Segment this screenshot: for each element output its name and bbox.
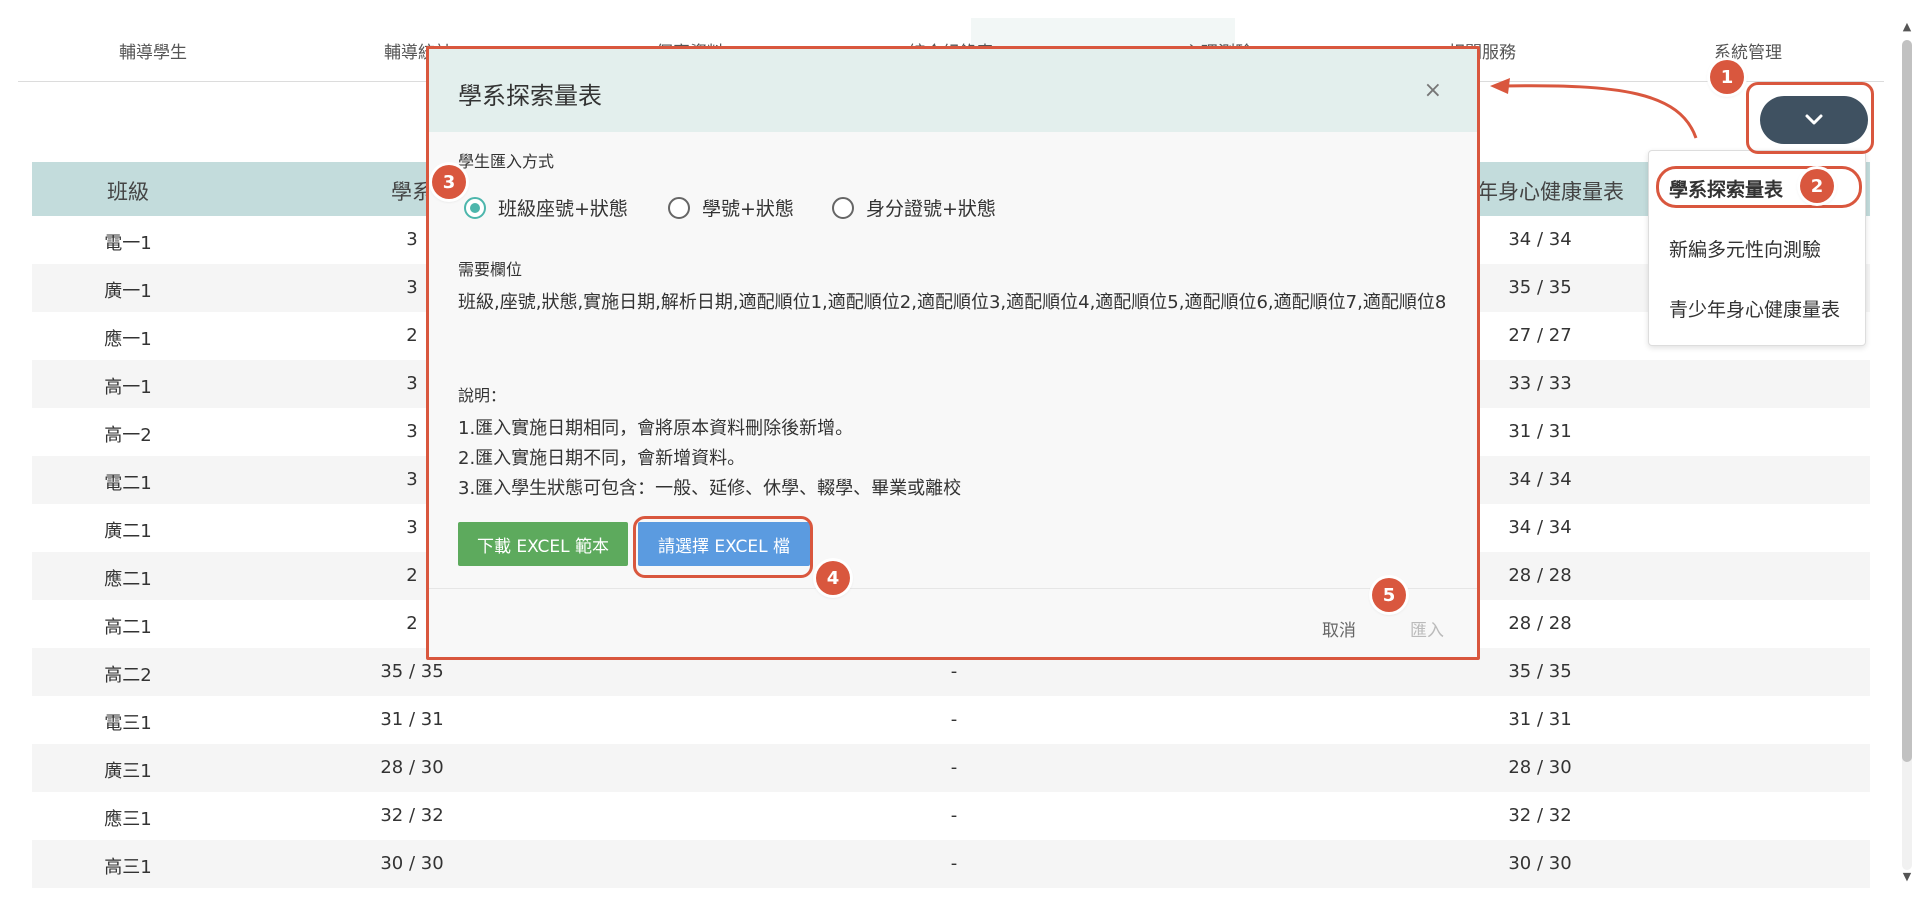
dept-exploration-cell: 2: [406, 613, 418, 634]
step-badge-1: 1: [1710, 60, 1744, 94]
dept-exploration-cell: 3: [406, 373, 418, 394]
youth-health-cell: 31 / 31: [1508, 709, 1572, 730]
scroll-up-arrow-icon[interactable]: ▲: [1902, 20, 1912, 33]
class-cell: 廣一1: [104, 281, 152, 302]
class-cell: 廣三1: [104, 761, 152, 782]
dept-exploration-cell: 30 / 30: [380, 853, 444, 874]
dept-exploration-cell: 3: [406, 517, 418, 538]
dept-exploration-cell: 3: [406, 277, 418, 298]
aptitude-cell: -: [950, 661, 958, 682]
youth-health-cell: 34 / 34: [1508, 469, 1572, 490]
dept-exploration-cell: 2: [406, 325, 418, 346]
class-cell: 高一1: [104, 377, 152, 398]
youth-health-cell: 28 / 28: [1508, 565, 1572, 586]
aptitude-cell: -: [950, 805, 958, 826]
dropdown-item-youth-health[interactable]: 青少年身心健康量表: [1669, 295, 1840, 322]
dept-exploration-cell: 2: [406, 565, 418, 586]
step-badge-3: 3: [432, 165, 466, 199]
youth-health-cell: 28 / 28: [1508, 613, 1572, 634]
class-cell: 高一2: [104, 425, 152, 446]
aptitude-cell: -: [950, 757, 958, 778]
dept-exploration-cell: 3: [406, 229, 418, 250]
dept-exploration-cell: 3: [406, 469, 418, 490]
youth-health-cell: 34 / 34: [1508, 517, 1572, 538]
header-class: 班級: [107, 180, 149, 204]
table-row: 電三1 31 / 31 - 31 / 31: [32, 696, 1870, 744]
aptitude-cell: -: [950, 853, 958, 874]
aptitude-cell: -: [950, 709, 958, 730]
table-row: 高三1 30 / 30 - 30 / 30: [32, 840, 1870, 888]
dept-exploration-cell: 28 / 30: [380, 757, 444, 778]
youth-health-cell: 34 / 34: [1508, 229, 1572, 250]
scroll-down-arrow-icon[interactable]: ▼: [1902, 870, 1912, 883]
scrollbar-track[interactable]: [1902, 40, 1912, 870]
choose-file-highlight: [633, 516, 813, 578]
youth-health-cell: 35 / 35: [1508, 277, 1572, 298]
youth-health-cell: 33 / 33: [1508, 373, 1572, 394]
youth-health-cell: 27 / 27: [1508, 325, 1572, 346]
dept-exploration-cell: 32 / 32: [380, 805, 444, 826]
modal-highlight-frame: [426, 46, 1480, 660]
youth-health-cell: 35 / 35: [1508, 661, 1572, 682]
dept-exploration-cell: 31 / 31: [380, 709, 444, 730]
tab-counseling-students[interactable]: 輔導學生: [119, 38, 187, 63]
class-cell: 電一1: [104, 233, 152, 254]
step-badge-2: 2: [1800, 169, 1834, 203]
youth-health-cell: 28 / 30: [1508, 757, 1572, 778]
dept-exploration-cell: 3: [406, 421, 418, 442]
class-cell: 廣二1: [104, 521, 152, 542]
class-cell: 高三1: [104, 857, 152, 878]
class-cell: 應一1: [104, 329, 152, 350]
step-badge-4: 4: [816, 561, 850, 595]
scrollbar-thumb[interactable]: [1902, 40, 1912, 762]
class-cell: 電三1: [104, 713, 152, 734]
youth-health-cell: 31 / 31: [1508, 421, 1572, 442]
class-cell: 高二1: [104, 617, 152, 638]
dept-exploration-cell: 35 / 35: [380, 661, 444, 682]
class-cell: 應三1: [104, 809, 152, 830]
table-row: 廣三1 28 / 30 - 28 / 30: [32, 744, 1870, 792]
dropdown-trigger-highlight: [1746, 82, 1874, 154]
step-badge-5: 5: [1372, 578, 1406, 612]
youth-health-cell: 32 / 32: [1508, 805, 1572, 826]
class-cell: 電二1: [104, 473, 152, 494]
table-row: 應三1 32 / 32 - 32 / 32: [32, 792, 1870, 840]
class-cell: 應二1: [104, 569, 152, 590]
youth-health-cell: 30 / 30: [1508, 853, 1572, 874]
dropdown-item-aptitude-test[interactable]: 新編多元性向測驗: [1669, 235, 1821, 262]
class-cell: 高二2: [104, 665, 152, 686]
header-youth-health: 少年身心健康量表: [1456, 180, 1624, 204]
